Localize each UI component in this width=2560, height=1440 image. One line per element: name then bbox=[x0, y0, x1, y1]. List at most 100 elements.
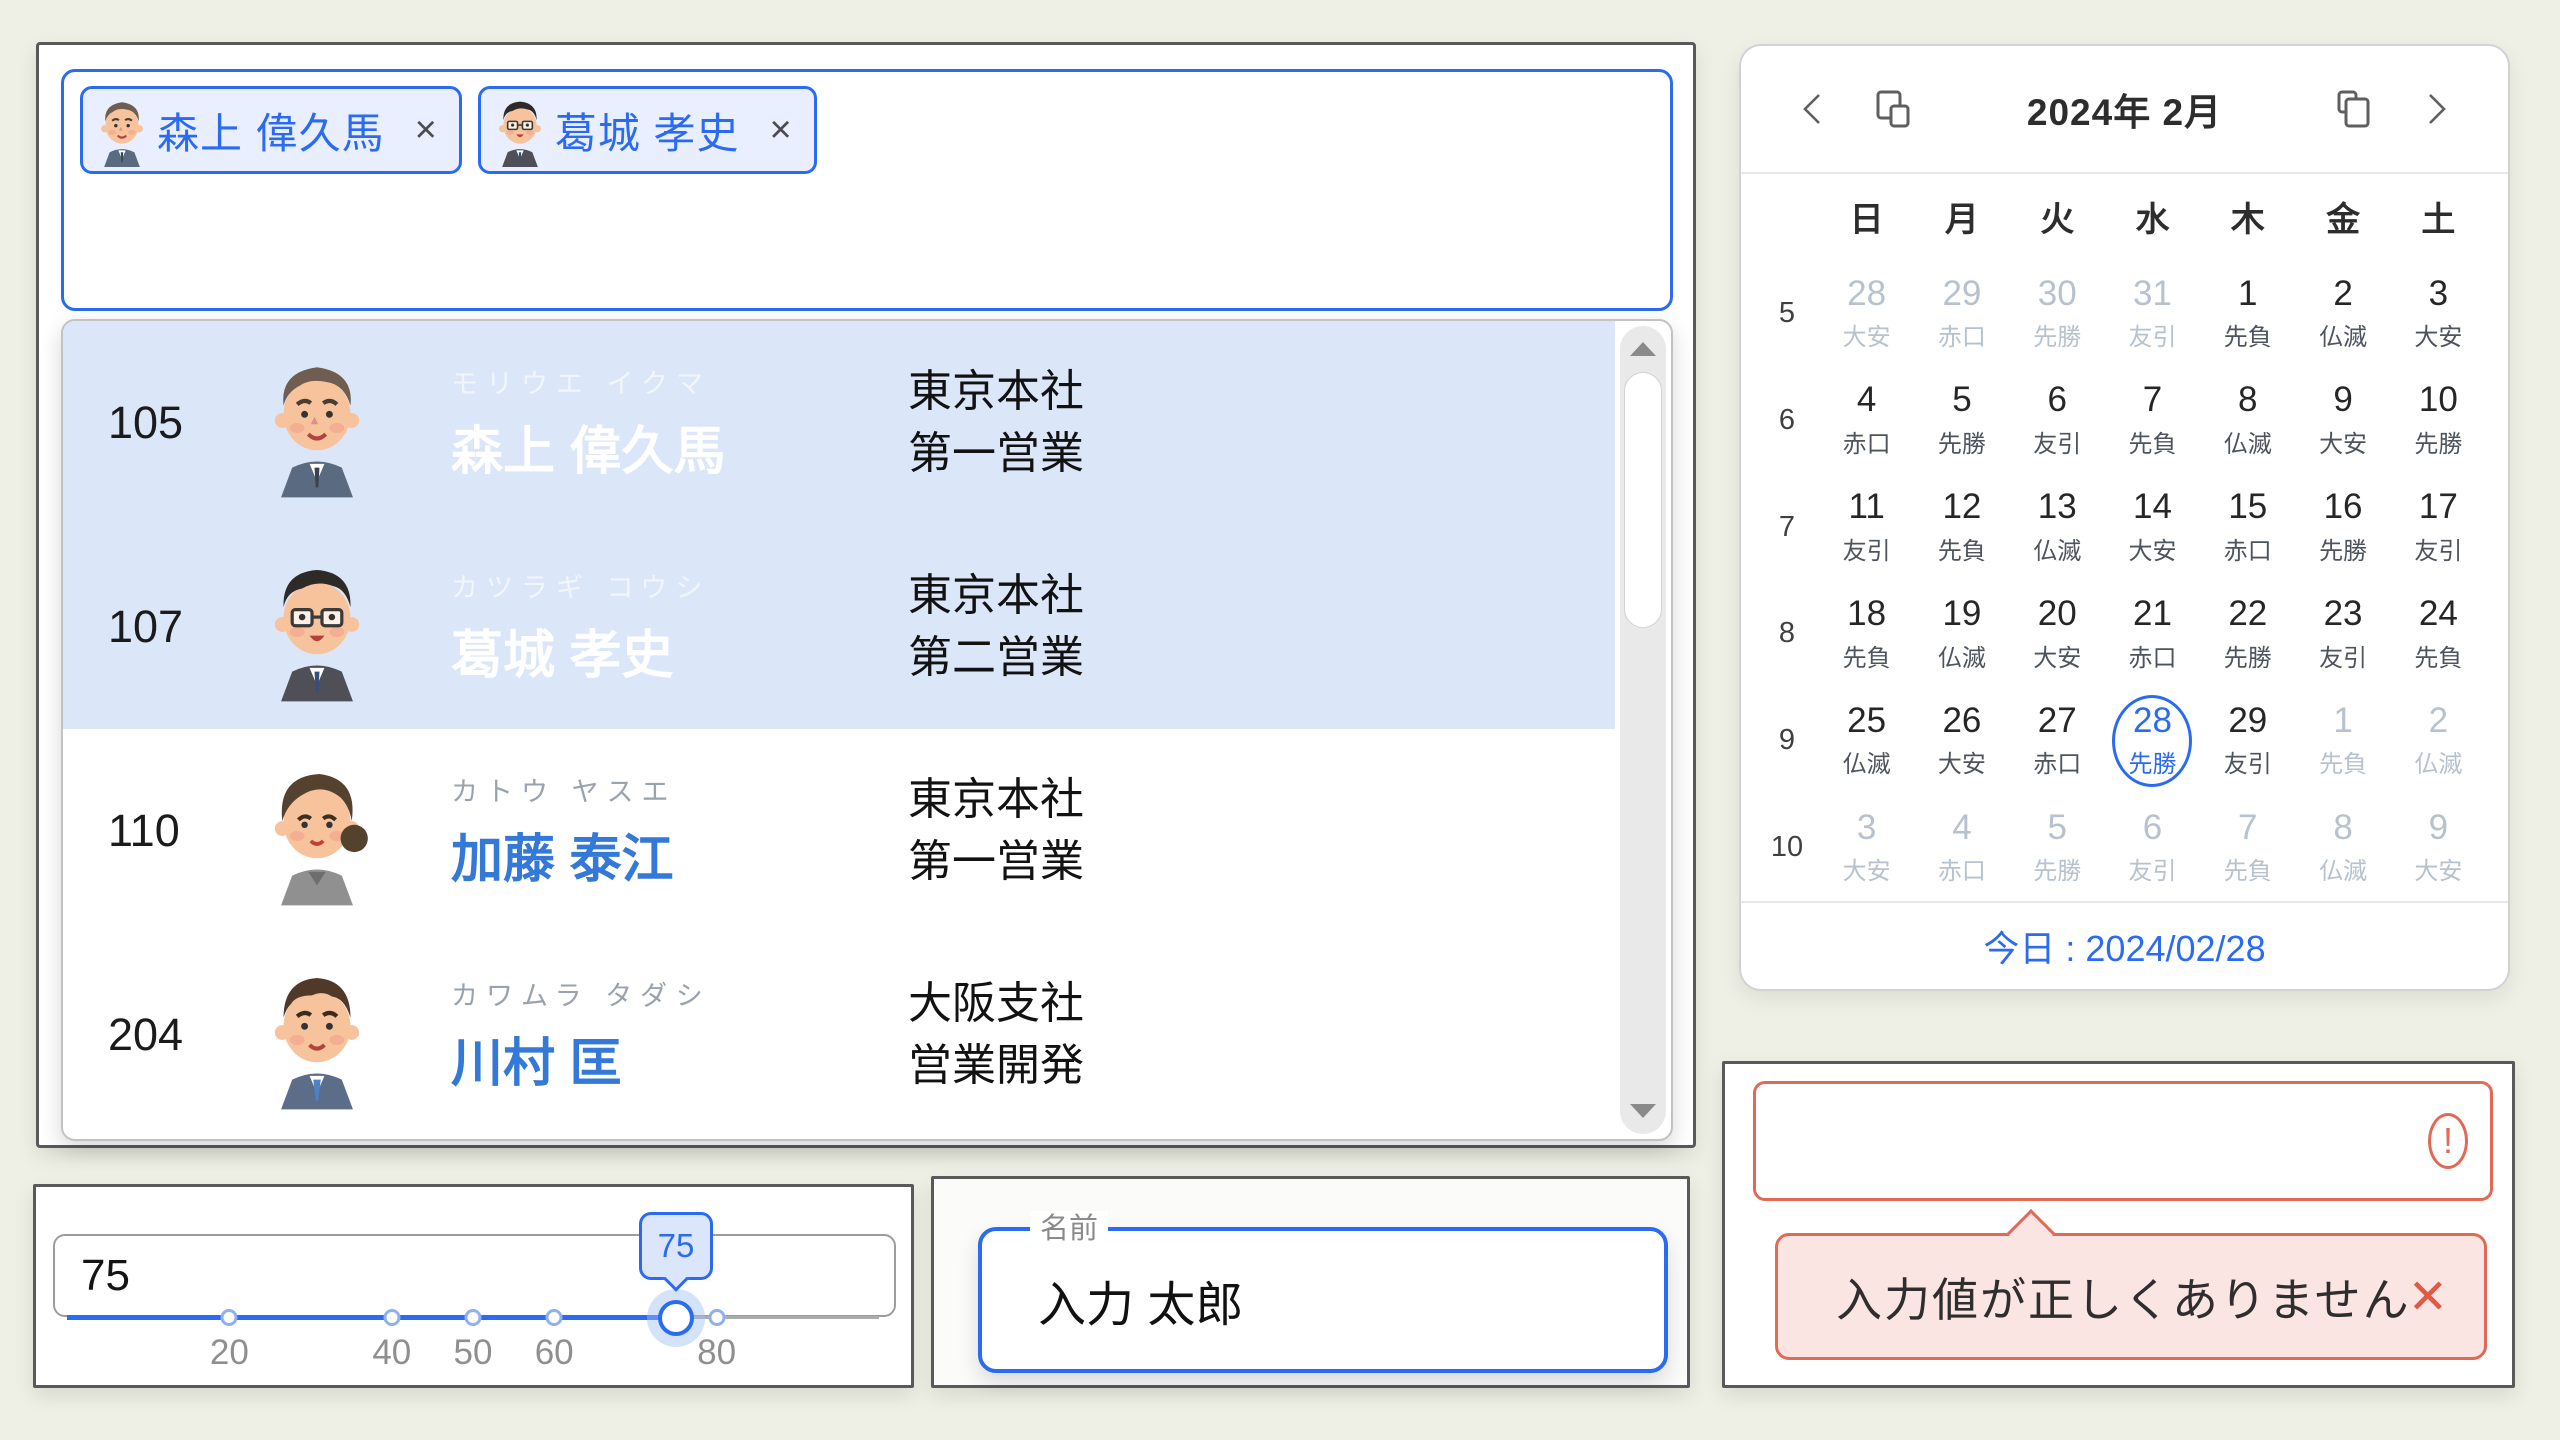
calendar-day-cell[interactable]: 10先勝 bbox=[2391, 367, 2486, 474]
slider-rail[interactable]: 2040506080 75 bbox=[67, 1313, 879, 1323]
calendar-day-cell[interactable]: 12先負 bbox=[1914, 474, 2009, 581]
calendar-day-cell[interactable]: 1先負 bbox=[2200, 260, 2295, 367]
calendar-popup: 2024年 2月 日月火水木金土 528大安29赤口30先勝31友引1先負2仏滅… bbox=[1739, 44, 2510, 991]
person-name-block: カトウ ヤスエ加藤 泰江 bbox=[383, 770, 863, 892]
scrollbar[interactable] bbox=[1620, 326, 1666, 1134]
person-chip[interactable]: 葛城 孝史× bbox=[478, 86, 817, 174]
name-input[interactable]: 名前 入力 太郎 bbox=[978, 1227, 1668, 1373]
calendar-day-cell[interactable]: 29友引 bbox=[2200, 687, 2295, 794]
day-number: 29 bbox=[2228, 702, 2267, 741]
day-number: 6 bbox=[2047, 381, 2066, 420]
alert-glyph: ! bbox=[2443, 1120, 2453, 1162]
calendar-day-cell[interactable]: 7先負 bbox=[2105, 367, 2200, 474]
remove-chip-icon[interactable]: × bbox=[770, 109, 792, 152]
slider-thumb[interactable] bbox=[658, 1300, 694, 1336]
person-chip[interactable]: 森上 偉久馬× bbox=[80, 86, 462, 174]
today-link[interactable]: 今日 : 2024/02/28 bbox=[1741, 901, 2508, 989]
error-input[interactable]: ! bbox=[1753, 1081, 2493, 1201]
calendar-day-cell[interactable]: 5先勝 bbox=[1914, 367, 2009, 474]
person-row[interactable]: 110 カトウ ヤスエ加藤 泰江東京本社第一営業 bbox=[63, 729, 1615, 933]
person-row[interactable]: 204 カワムラ タダシ川村 匡大阪支社営業開発 bbox=[63, 933, 1615, 1137]
next-year-pages-icon[interactable] bbox=[2332, 86, 2378, 132]
scroll-up-icon[interactable] bbox=[1630, 342, 1656, 356]
people-multiselect-input[interactable]: 森上 偉久馬× 葛城 孝史× bbox=[61, 69, 1673, 311]
slider-tick[interactable] bbox=[546, 1309, 563, 1326]
calendar-day-cell[interactable]: 6友引 bbox=[2010, 367, 2105, 474]
calendar-day-cell[interactable]: 3大安 bbox=[2391, 260, 2486, 367]
calendar-day-cell[interactable]: 16先勝 bbox=[2295, 474, 2390, 581]
day-rokuyo: 大安 bbox=[1938, 744, 1986, 779]
slider-tick[interactable] bbox=[383, 1309, 400, 1326]
calendar-day-cell[interactable]: 14大安 bbox=[2105, 474, 2200, 581]
day-number: 15 bbox=[2228, 488, 2267, 527]
calendar-day-cell[interactable]: 23友引 bbox=[2295, 580, 2390, 687]
remove-chip-icon[interactable]: × bbox=[415, 109, 437, 152]
day-number: 9 bbox=[2429, 809, 2448, 848]
day-number: 18 bbox=[1847, 595, 1886, 634]
name-input-value: 入力 太郎 bbox=[1038, 1265, 1243, 1335]
calendar-day-cell[interactable]: 11友引 bbox=[1819, 474, 1914, 581]
calendar-day-cell[interactable]: 9大安 bbox=[2391, 794, 2486, 901]
calendar-day-cell[interactable]: 31友引 bbox=[2105, 260, 2200, 367]
calendar-day-cell[interactable]: 2仏滅 bbox=[2391, 687, 2486, 794]
calendar-day-cell[interactable]: 8仏滅 bbox=[2295, 794, 2390, 901]
calendar-day-cell[interactable]: 4赤口 bbox=[1819, 367, 1914, 474]
day-rokuyo: 先負 bbox=[2319, 744, 2367, 779]
name-input-label: 名前 bbox=[1030, 1211, 1108, 1249]
calendar-day-cell[interactable]: 6友引 bbox=[2105, 794, 2200, 901]
calendar-day-cell[interactable]: 26大安 bbox=[1914, 687, 2009, 794]
next-month-chevron-icon[interactable] bbox=[2416, 89, 2456, 129]
calendar-day-cell[interactable]: 4赤口 bbox=[1914, 794, 2009, 901]
day-rokuyo: 仏滅 bbox=[2224, 424, 2272, 459]
scrollbar-thumb[interactable] bbox=[1624, 372, 1662, 628]
calendar-day-cell[interactable]: 30先勝 bbox=[2010, 260, 2105, 367]
calendar-day-cell[interactable]: 24先負 bbox=[2391, 580, 2486, 687]
error-close-icon[interactable]: ✕ bbox=[2408, 1269, 2448, 1325]
calendar-day-cell[interactable]: 2仏滅 bbox=[2295, 260, 2390, 367]
person-kana: カワムラ タダシ bbox=[451, 974, 863, 1013]
slider-tick[interactable] bbox=[465, 1309, 482, 1326]
calendar-day-cell[interactable]: 9大安 bbox=[2295, 367, 2390, 474]
calendar-weekday-row: 日月火水木金土 bbox=[1741, 174, 2508, 258]
day-rokuyo: 仏滅 bbox=[2319, 851, 2367, 886]
calendar-day-cell[interactable]: 1先負 bbox=[2295, 687, 2390, 794]
calendar-day-cell[interactable]: 29赤口 bbox=[1914, 260, 2009, 367]
calendar-day-cell[interactable]: 28大安 bbox=[1819, 260, 1914, 367]
calendar-day-cell[interactable]: 22先勝 bbox=[2200, 580, 2295, 687]
calendar-day-cell[interactable]: 17友引 bbox=[2391, 474, 2486, 581]
calendar-day-cell[interactable]: 7先負 bbox=[2200, 794, 2295, 901]
day-rokuyo: 友引 bbox=[2224, 744, 2272, 779]
person-avatar-icon bbox=[255, 957, 379, 1113]
slider-tick[interactable] bbox=[708, 1309, 725, 1326]
calendar-day-cell[interactable]: 25仏滅 bbox=[1819, 687, 1914, 794]
day-number: 5 bbox=[2047, 809, 2066, 848]
calendar-day-cell[interactable]: 21赤口 bbox=[2105, 580, 2200, 687]
weekday-label: 火 bbox=[2010, 192, 2105, 241]
calendar-header: 2024年 2月 bbox=[1741, 46, 2508, 174]
calendar-day-cell[interactable]: 3大安 bbox=[1819, 794, 1914, 901]
person-avatar-icon bbox=[489, 93, 551, 167]
day-rokuyo: 赤口 bbox=[1938, 317, 1986, 352]
day-number: 20 bbox=[2038, 595, 2077, 634]
person-row[interactable]: 107 カツラギ コウシ葛城 孝史東京本社第二営業 bbox=[63, 525, 1615, 729]
calendar-day-cell[interactable]: 13仏滅 bbox=[2010, 474, 2105, 581]
person-avatar-icon bbox=[255, 549, 379, 705]
calendar-day-cell[interactable]: 19仏滅 bbox=[1914, 580, 2009, 687]
error-tooltip: 入力値が正しくありません ✕ bbox=[1775, 1233, 2487, 1360]
prev-year-pages-icon[interactable] bbox=[1871, 86, 1917, 132]
calendar-day-cell[interactable]: 27赤口 bbox=[2010, 687, 2105, 794]
slider-value-input[interactable]: 75 bbox=[53, 1234, 896, 1317]
day-rokuyo: 赤口 bbox=[1938, 851, 1986, 886]
calendar-day-cell[interactable]: 15 赤口 bbox=[2200, 474, 2295, 581]
day-rokuyo: 赤口 bbox=[2224, 531, 2272, 566]
prev-month-chevron-icon[interactable] bbox=[1793, 89, 1833, 129]
calendar-day-cell[interactable]: 5先勝 bbox=[2010, 794, 2105, 901]
scroll-down-icon[interactable] bbox=[1630, 1104, 1656, 1118]
slider-tick[interactable] bbox=[221, 1309, 238, 1326]
calendar-day-cell[interactable]: 18先負 bbox=[1819, 580, 1914, 687]
day-rokuyo: 先勝 bbox=[1938, 424, 1986, 459]
calendar-day-cell[interactable]: 8仏滅 bbox=[2200, 367, 2295, 474]
calendar-day-cell[interactable]: 28先勝 bbox=[2105, 687, 2200, 794]
person-row[interactable]: 105 モリウエ イクマ森上 偉久馬東京本社第一営業 bbox=[63, 321, 1615, 525]
calendar-day-cell[interactable]: 20大安 bbox=[2010, 580, 2105, 687]
